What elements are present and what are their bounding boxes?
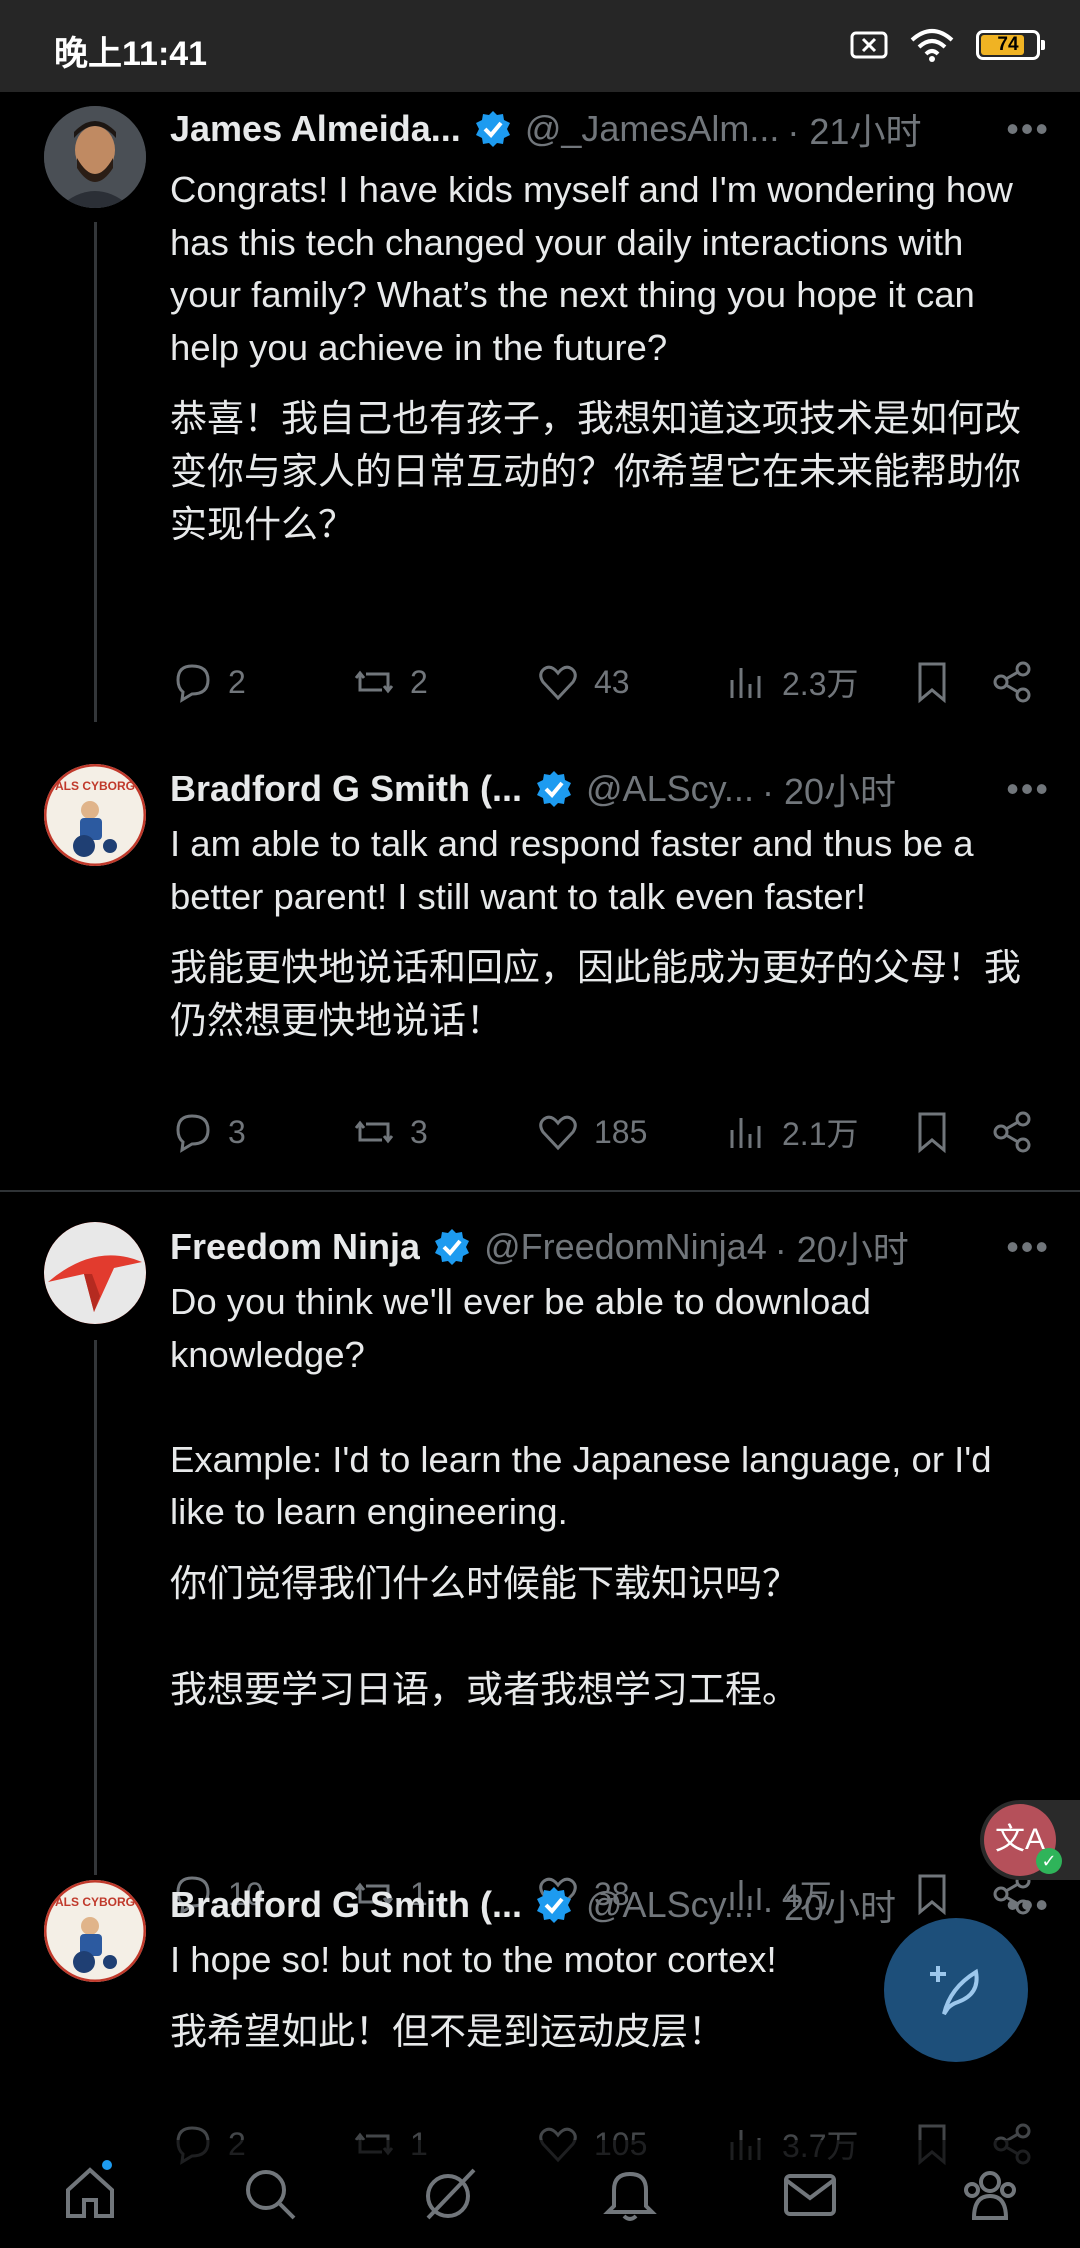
repost-count: 2 — [410, 663, 428, 700]
tweet-time[interactable]: · 20小时 — [775, 1221, 909, 1273]
views-button[interactable]: 2.3万 — [724, 659, 910, 705]
tweet-translation: 恭喜！我自己也有孩子，我想知道这项技术是如何改变你与家人的日常互动的？你希望它在… — [170, 398, 1021, 545]
bookmark-icon[interactable] — [910, 1110, 954, 1154]
thread-line — [94, 222, 97, 722]
author-handle[interactable]: @FreedomNinja4 — [484, 1226, 767, 1268]
reply-count: 2 — [228, 663, 246, 700]
repost-button[interactable]: 3 — [352, 1110, 536, 1154]
bottom-nav — [0, 2140, 1080, 2248]
heart-icon — [539, 665, 577, 701]
battery-icon: 74 — [976, 30, 1045, 60]
views-icon — [730, 668, 761, 698]
messages-icon[interactable] — [780, 2164, 840, 2224]
author-handle[interactable]: @ALScy... — [586, 768, 754, 810]
avatar[interactable]: ALS CYBORG — [44, 764, 146, 866]
like-button[interactable]: 185 — [536, 1110, 724, 1154]
tweet-text: Congrats! I have kids myself and I'm won… — [170, 169, 1013, 368]
tweet-time[interactable]: · 21小时 — [787, 103, 921, 155]
avatar[interactable] — [44, 106, 146, 208]
reply-icon — [176, 664, 210, 703]
more-options-icon[interactable]: ••• — [988, 1884, 1050, 1926]
avatar-label: ALS CYBORG — [55, 779, 135, 793]
verified-badge-icon — [537, 1887, 572, 1923]
thread-line — [94, 1340, 97, 1875]
notifications-icon[interactable] — [600, 2164, 660, 2224]
verified-badge-icon — [435, 1229, 470, 1265]
home-icon[interactable] — [60, 2159, 120, 2227]
author-name[interactable]: Bradford G Smith (... — [170, 1884, 522, 1926]
avatar-label: ALS CYBORG — [55, 1895, 135, 1909]
avatar[interactable] — [44, 1222, 146, 1324]
reply-icon — [176, 1114, 210, 1153]
more-options-icon[interactable]: ••• — [988, 768, 1050, 810]
tweet-translation: 我能更快地说话和回应，因此能成为更好的父母！我仍然想更快地说话！ — [170, 947, 1021, 1041]
author-handle[interactable]: @_JamesAlm... — [525, 108, 780, 150]
heart-icon — [539, 1115, 577, 1151]
translate-toggle[interactable]: 文A ✓ — [980, 1800, 1080, 1880]
like-count: 185 — [594, 1113, 648, 1150]
unread-dot — [102, 2159, 112, 2170]
views-button[interactable]: 2.1万 — [724, 1109, 910, 1155]
reply-button[interactable]: 2 — [170, 660, 352, 704]
author-handle[interactable]: @ALScy... — [586, 1884, 754, 1926]
repost-count: 3 — [410, 1113, 428, 1150]
thread-divider — [0, 1190, 1080, 1192]
author-name[interactable]: Freedom Ninja — [170, 1226, 420, 1268]
verified-badge-icon — [537, 771, 572, 807]
sim-off-icon — [850, 31, 888, 59]
check-icon: ✓ — [1036, 1848, 1062, 1874]
search-icon[interactable] — [240, 2164, 300, 2224]
author-name[interactable]: Bradford G Smith (... — [170, 768, 522, 810]
grok-icon[interactable] — [420, 2164, 480, 2224]
like-count: 43 — [594, 663, 630, 700]
battery-level: 74 — [997, 34, 1019, 55]
tweet-time[interactable]: · 20小时 — [762, 763, 896, 815]
bookmark-icon[interactable] — [910, 660, 954, 704]
more-options-icon[interactable]: ••• — [988, 1226, 1050, 1268]
reply-count: 3 — [228, 1113, 246, 1150]
views-icon — [730, 1118, 761, 1148]
author-name[interactable]: James Almeida... — [170, 108, 461, 150]
verified-badge-icon — [475, 111, 510, 147]
tweet-text: I am able to talk and respond faster and… — [170, 823, 974, 917]
status-time: 晚上11:41 — [54, 35, 208, 73]
status-bar: 晚上11:41 74 — [0, 0, 1080, 92]
views-count: 2.1万 — [782, 1116, 859, 1152]
like-button[interactable]: 43 — [536, 660, 724, 704]
repost-icon — [354, 670, 394, 694]
compose-button[interactable] — [884, 1918, 1028, 2062]
tweet-time[interactable]: · 20小时 — [762, 1879, 896, 1931]
more-options-icon[interactable]: ••• — [988, 108, 1050, 150]
share-icon[interactable] — [990, 1110, 1034, 1154]
reply-button[interactable]: 3 — [170, 1110, 352, 1154]
repost-button[interactable]: 2 — [352, 660, 536, 704]
wifi-icon — [910, 29, 954, 62]
share-icon[interactable] — [990, 660, 1034, 704]
tweet-translation: 你们觉得我们什么时候能下载知识吗？ 我想要学习日语，或者我想学习工程。 — [170, 1562, 799, 1710]
communities-icon[interactable] — [960, 2164, 1020, 2224]
repost-icon — [354, 1120, 394, 1144]
views-count: 2.3万 — [782, 666, 859, 702]
avatar[interactable]: ALS CYBORG — [44, 1880, 146, 1982]
compose-feather-icon — [930, 1966, 979, 2016]
tweet-text: Do you think we'll ever be able to downl… — [170, 1281, 992, 1532]
